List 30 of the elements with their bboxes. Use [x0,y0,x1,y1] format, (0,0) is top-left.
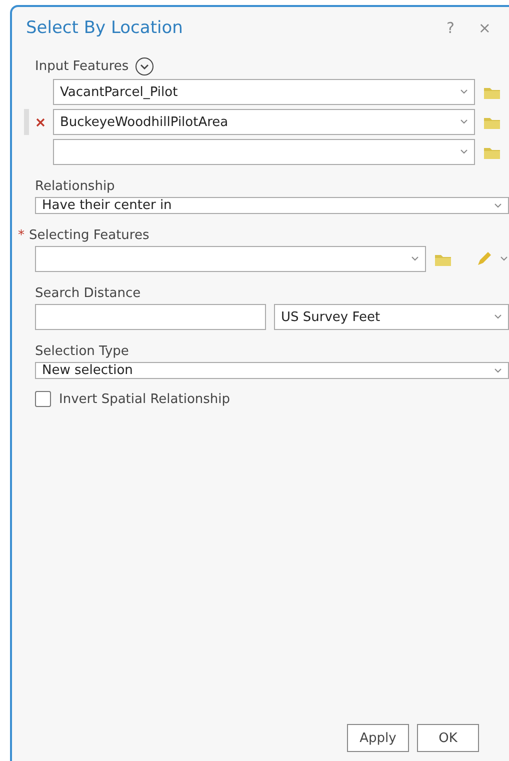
dialog-button[interactable]: Apply [347,724,409,752]
distance-field[interactable] [35,304,266,330]
dropdown-caret-icon[interactable] [460,89,468,95]
input-dropdown[interactable]: VacantParcel_Pilot [53,79,475,105]
selection-type-dropdown[interactable]: New selection [35,362,509,379]
selecting-dropdown[interactable] [35,246,426,272]
field-label: Search Distance [35,286,142,301]
field-label: Input Features [35,59,129,74]
required-mark: * [18,228,26,243]
dropdown-caret-icon[interactable] [494,202,502,208]
dropdown-caret-icon[interactable] [460,119,468,125]
field-label: Selection Type [35,344,130,359]
checkbox-label: Invert Spatial Relationship [59,392,230,406]
input-dropdown[interactable]: BuckeyeWoodhillPilotArea [53,109,475,135]
field-label: Selecting Features [29,228,150,243]
remove-icon[interactable] [36,118,45,126]
window-title: Select By Location [26,18,184,38]
dropdown-caret-icon[interactable] [500,256,508,262]
dropdown-caret-icon[interactable] [494,368,502,374]
dropdown-caret-icon[interactable] [411,256,419,262]
unit-dropdown[interactable]: US Survey Feet [274,304,509,330]
dropdown-caret-icon[interactable] [460,149,468,155]
relationship-dropdown[interactable]: Have their center in [35,197,509,214]
collapse-icon[interactable] [134,57,154,76]
checkbox[interactable] [35,391,51,407]
row-handle[interactable] [24,109,29,135]
field-label: Relationship [35,179,116,194]
input-dropdown[interactable] [53,139,475,165]
dropdown-caret-icon[interactable] [494,314,502,320]
dialog-button[interactable]: OK [417,724,479,752]
